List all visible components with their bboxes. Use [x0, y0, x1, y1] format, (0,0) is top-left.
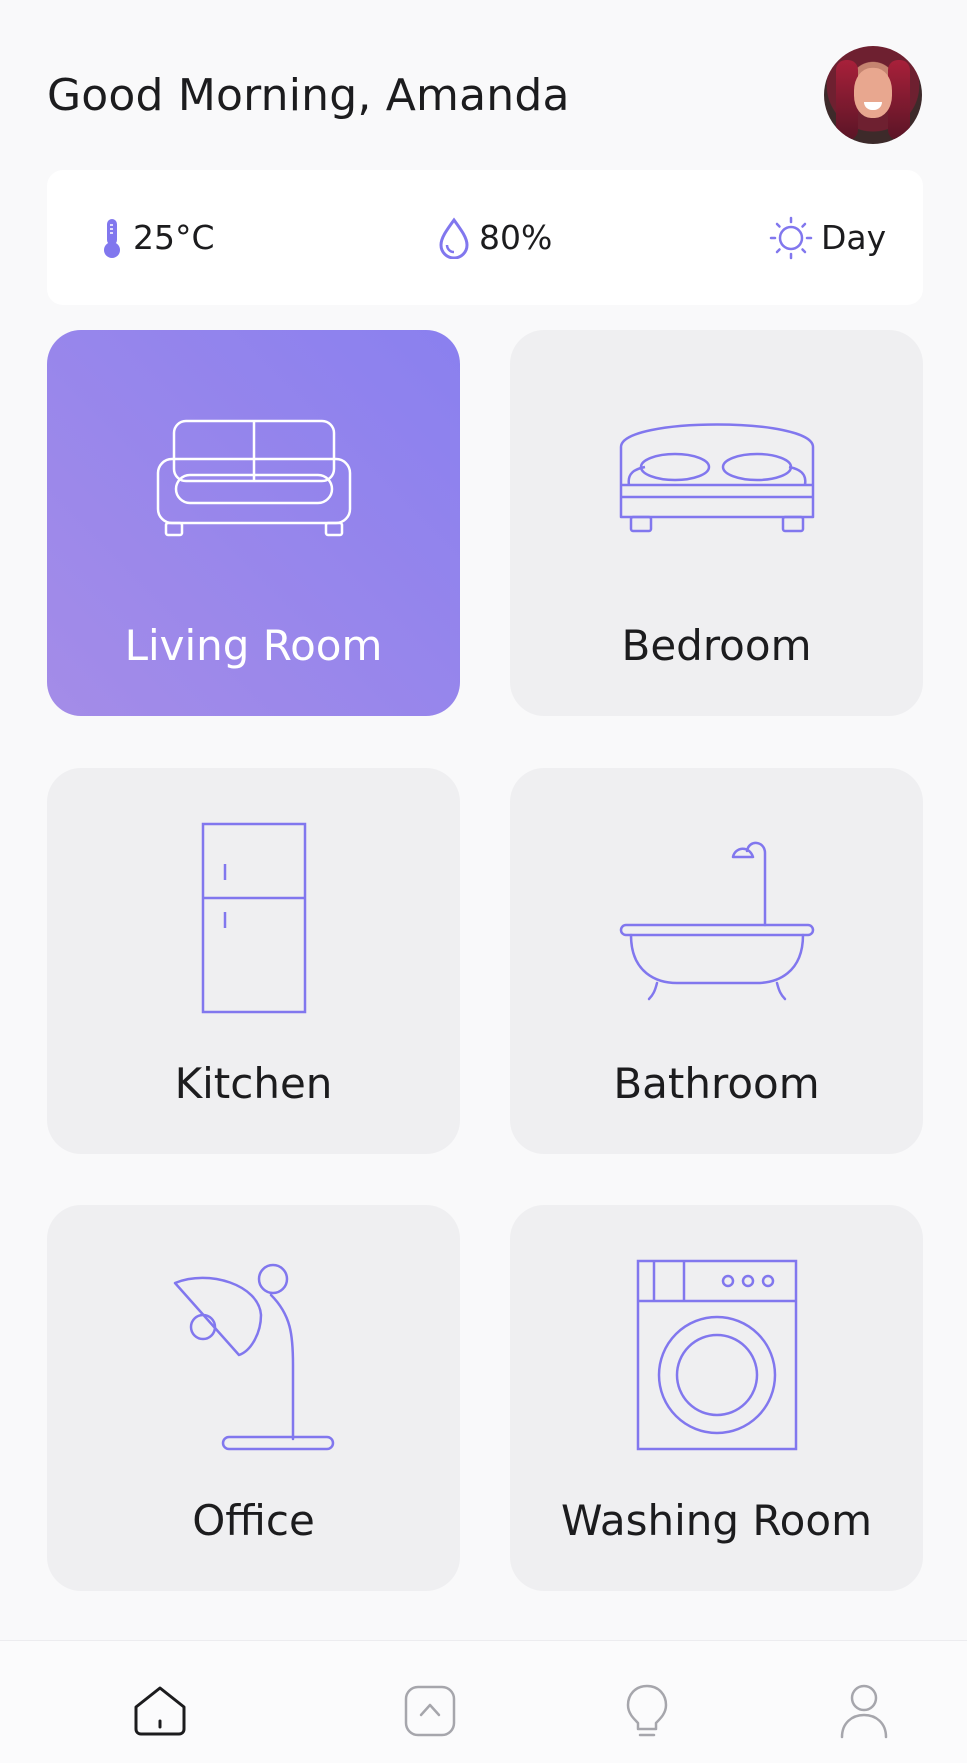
- user-icon: [840, 1684, 888, 1739]
- avatar[interactable]: [824, 46, 922, 144]
- thermometer-icon: [104, 218, 120, 258]
- room-card-office[interactable]: Office: [47, 1205, 460, 1591]
- nav-profile[interactable]: [834, 1681, 894, 1741]
- room-label: Bathroom: [613, 1059, 820, 1108]
- humidity-value: 80%: [479, 218, 553, 257]
- room-card-bedroom[interactable]: Bedroom: [510, 330, 923, 716]
- sun-icon: [769, 216, 813, 259]
- greeting-title: Good Morning, Amanda: [47, 70, 570, 121]
- desk-lamp-icon: [173, 1263, 334, 1451]
- temperature-stat: 25°C: [99, 170, 215, 305]
- room-card-kitchen[interactable]: Kitchen: [47, 768, 460, 1154]
- time-of-day-stat: Day: [769, 170, 886, 305]
- nav-scenes[interactable]: [400, 1681, 460, 1741]
- room-card-washing-room[interactable]: Washing Room: [510, 1205, 923, 1591]
- chevron-up-square-icon: [404, 1685, 456, 1737]
- sofa-icon: [156, 419, 351, 537]
- room-label: Bedroom: [621, 621, 812, 670]
- room-card-bathroom[interactable]: Bathroom: [510, 768, 923, 1154]
- bottom-nav: [0, 1640, 967, 1763]
- room-label: Kitchen: [174, 1059, 333, 1108]
- home-icon: [134, 1686, 186, 1736]
- washing-machine-icon: [636, 1259, 797, 1451]
- bed-icon: [619, 423, 814, 533]
- water-drop-icon: [439, 216, 469, 259]
- temperature-value: 25°C: [133, 218, 215, 257]
- bathtub-icon: [619, 841, 814, 1001]
- nav-home[interactable]: [130, 1681, 190, 1741]
- room-label: Office: [192, 1496, 315, 1545]
- time-of-day-value: Day: [821, 218, 887, 257]
- room-label: Living Room: [124, 621, 383, 670]
- lightbulb-icon: [626, 1684, 668, 1737]
- room-label: Washing Room: [561, 1496, 872, 1545]
- humidity-stat: 80%: [437, 170, 552, 305]
- nav-devices[interactable]: [617, 1681, 677, 1741]
- room-card-living-room[interactable]: Living Room: [47, 330, 460, 716]
- climate-stats-card: 25°C 80% Day: [47, 170, 923, 305]
- fridge-icon: [201, 822, 306, 1014]
